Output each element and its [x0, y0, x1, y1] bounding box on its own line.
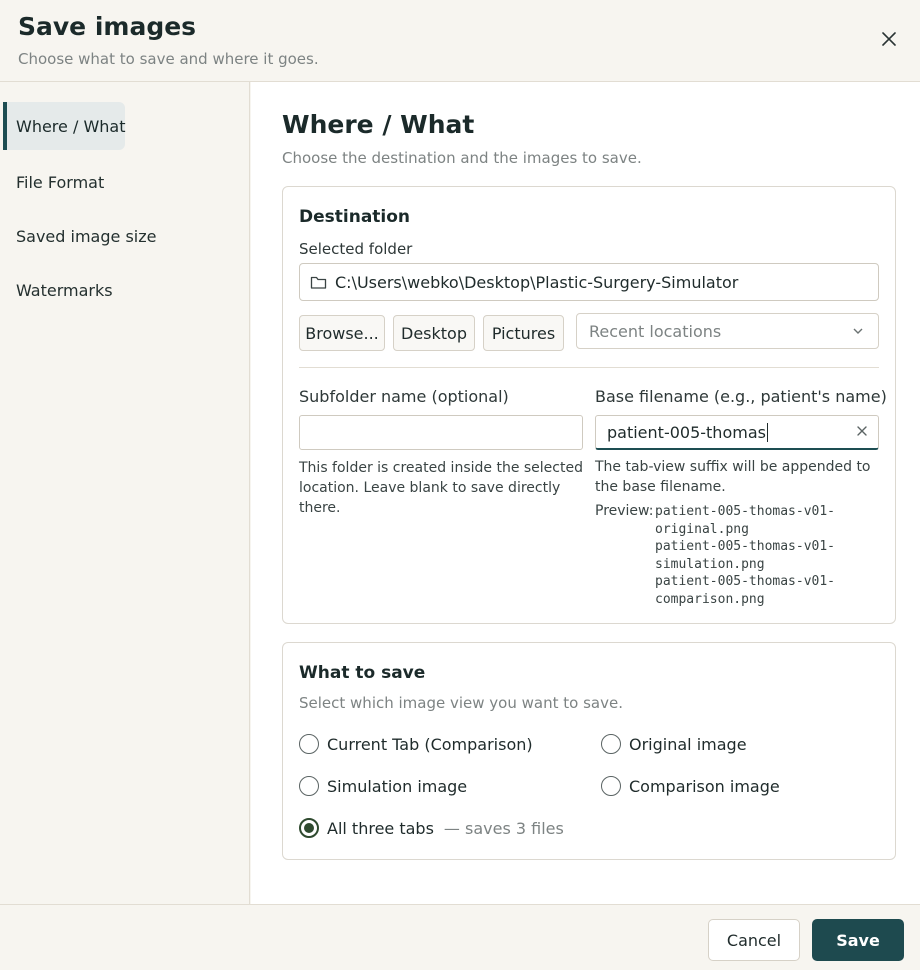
preview-line: comparison.png	[655, 591, 765, 607]
sidebar: Where / What File Format Saved image siz…	[0, 82, 250, 904]
sidebar-item-saved-image-size[interactable]: Saved image size	[3, 212, 156, 260]
browse-button[interactable]: Browse...	[299, 315, 385, 351]
preview-label: Preview:	[595, 503, 654, 519]
recent-locations-placeholder: Recent locations	[589, 321, 722, 341]
selected-folder-field[interactable]: C:\Users\webko\Desktop\Plastic-Surgery-S…	[299, 263, 879, 301]
folder-icon	[310, 276, 327, 289]
radio-original-image[interactable]: Original image	[601, 734, 747, 754]
selected-folder-label: Selected folder	[299, 240, 413, 258]
close-icon	[882, 32, 896, 46]
sidebar-item-file-format[interactable]: File Format	[3, 158, 104, 206]
what-to-save-title: What to save	[299, 663, 426, 683]
chevron-down-icon	[853, 328, 863, 334]
preview-line: patient-005-thomas-v01-	[655, 539, 836, 554]
sidebar-item-label: Watermarks	[16, 280, 113, 300]
sidebar-item-label: Saved image size	[16, 226, 157, 246]
radio-current-tab[interactable]: Current Tab (Comparison)	[299, 734, 533, 754]
subfolder-input[interactable]	[299, 415, 583, 450]
sidebar-item-label: File Format	[16, 172, 105, 192]
what-to-save-card: What to save Select which image view you…	[282, 642, 896, 860]
radio-note: — saves 3 files	[443, 818, 564, 838]
dialog-title: Save images	[18, 12, 197, 41]
radio-comparison-image[interactable]: Comparison image	[601, 776, 780, 796]
divider	[299, 367, 879, 368]
page-subtitle: Choose the destination and the images to…	[282, 149, 642, 167]
radio-button[interactable]	[299, 818, 319, 838]
close-button[interactable]	[872, 24, 906, 54]
radio-label: Simulation image	[327, 776, 468, 796]
selected-folder-value: C:\Users\webko\Desktop\Plastic-Surgery-S…	[335, 272, 739, 292]
destination-card: Destination Selected folder C:\Users\web…	[282, 186, 896, 624]
base-filename-help: The tab-view suffix will be appended to …	[595, 459, 871, 495]
subfolder-help: This folder is created inside the select…	[299, 460, 583, 516]
sidebar-item-where-what[interactable]: Where / What	[3, 102, 126, 150]
preview-line: simulation.png	[655, 556, 765, 572]
preview-line: patient-005-thomas-v01-	[655, 504, 836, 519]
radio-label: Comparison image	[629, 776, 780, 796]
radio-label: Current Tab (Comparison)	[327, 734, 533, 754]
radio-button[interactable]	[299, 776, 319, 796]
base-filename-label: Base filename (e.g., patient's name)	[595, 387, 887, 406]
preview-list: patient-005-thomas-v01- original.png pat…	[655, 503, 835, 608]
radio-label: Original image	[629, 734, 747, 754]
radio-label: All three tabs	[327, 818, 434, 838]
dialog-subtitle: Choose what to save and where it goes.	[18, 50, 319, 68]
radio-button[interactable]	[601, 776, 621, 796]
preview-line: original.png	[655, 521, 749, 537]
text-caret	[766, 422, 768, 442]
dialog-footer: Cancel Save	[0, 904, 920, 970]
radio-simulation-image[interactable]: Simulation image	[299, 776, 467, 796]
base-filename-input[interactable]: patient-005-thomas	[595, 415, 879, 450]
desktop-button[interactable]: Desktop	[393, 315, 475, 351]
destination-title: Destination	[299, 207, 411, 227]
save-button[interactable]: Save	[812, 919, 904, 961]
main-panel: Where / What Choose the destination and …	[251, 82, 920, 904]
preview-line: patient-005-thomas-v01-	[655, 574, 836, 589]
what-to-save-subtitle: Select which image view you want to save…	[299, 694, 623, 712]
pictures-button[interactable]: Pictures	[483, 315, 564, 351]
page-title: Where / What	[282, 110, 475, 139]
clear-icon[interactable]	[856, 425, 868, 437]
sidebar-item-label: Where / What	[16, 116, 126, 136]
radio-button[interactable]	[601, 734, 621, 754]
recent-locations-select[interactable]: Recent locations	[576, 313, 879, 349]
radio-all-three-tabs[interactable]: All three tabs — saves 3 files	[299, 818, 564, 838]
cancel-button[interactable]: Cancel	[708, 919, 800, 961]
sidebar-item-watermarks[interactable]: Watermarks	[3, 266, 113, 314]
radio-button[interactable]	[299, 734, 319, 754]
base-filename-value: patient-005-thomas	[607, 422, 766, 442]
subfolder-label: Subfolder name (optional)	[299, 387, 509, 406]
dialog-header: Save images Choose what to save and wher…	[0, 0, 920, 82]
